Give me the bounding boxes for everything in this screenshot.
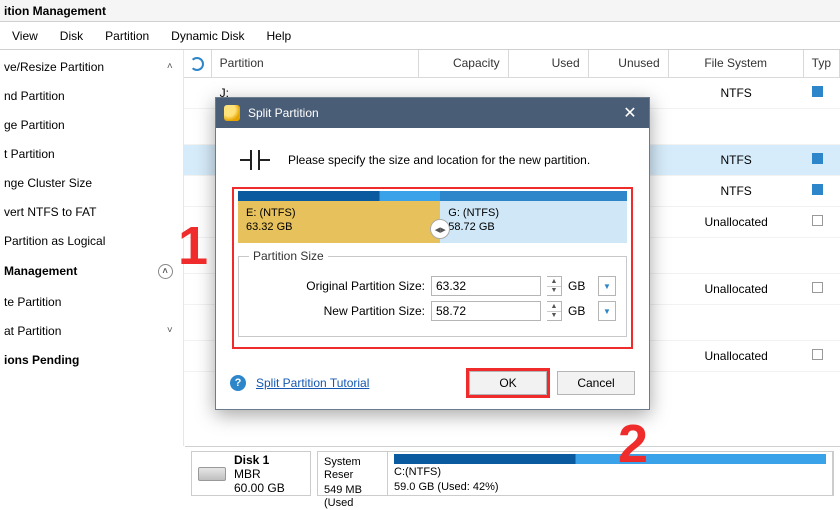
original-size-input[interactable] (431, 276, 541, 296)
window-title-bar: ition Management (0, 0, 840, 22)
sidebar-item-ntfs-fat[interactable]: vert NTFS to FAT (0, 197, 183, 226)
operations-pending-header: ions Pending (0, 353, 183, 367)
unit-dropdown[interactable]: ▼ (598, 301, 616, 321)
col-filesystem[interactable]: File System (669, 50, 804, 77)
original-size-label: Original Partition Size: (249, 279, 425, 293)
refresh-button[interactable] (184, 50, 212, 77)
chevron-up-icon: ˄ (167, 61, 173, 72)
col-used[interactable]: Used (509, 50, 589, 77)
viz-new-partition[interactable]: G: (NTFS) 58.72 GB (440, 191, 627, 243)
chevron-down-icon: ˅ (167, 325, 173, 336)
type-square-icon (812, 184, 823, 195)
unit-dropdown[interactable]: ▼ (598, 276, 616, 296)
wizard-icon (224, 105, 240, 121)
original-size-stepper[interactable]: ▲▼ (547, 276, 562, 296)
viz-original-partition[interactable]: E: (NTFS) 63.32 GB (238, 191, 440, 243)
sidebar-item-merge[interactable]: ge Partition (0, 110, 183, 139)
partition-size-group: Partition Size Original Partition Size: … (238, 249, 627, 337)
close-icon: ✕ (623, 103, 636, 123)
dialog-title: Split Partition (248, 106, 319, 120)
sidebar-section-management[interactable]: Management ˄ (0, 255, 183, 287)
menu-disk[interactable]: Disk (60, 29, 83, 43)
type-square-icon (812, 282, 823, 293)
disk-info[interactable]: Disk 1 MBR 60.00 GB (191, 451, 311, 496)
sidebar-item-move-resize[interactable]: ve/Resize Partition˄ (0, 52, 183, 81)
unit-label: GB (568, 279, 592, 293)
ok-button[interactable]: OK (469, 371, 547, 395)
disk-size: 60.00 GB (234, 481, 285, 495)
partition-size-legend: Partition Size (249, 249, 328, 263)
type-square-icon (812, 349, 823, 360)
new-size-input[interactable] (431, 301, 541, 321)
disk-map-c[interactable]: C:(NTFS) 59.0 GB (Used: 42%) (388, 452, 833, 495)
col-capacity[interactable]: Capacity (419, 50, 509, 77)
type-square-icon (812, 153, 823, 164)
callout-2: 2 (618, 413, 648, 475)
col-type[interactable]: Typ (804, 50, 840, 77)
menu-bar: View Disk Partition Dynamic Disk Help (0, 22, 840, 50)
table-header: Partition Capacity Used Unused File Syst… (184, 50, 840, 78)
menu-dynamic-disk[interactable]: Dynamic Disk (171, 29, 244, 43)
disk-icon (198, 467, 226, 481)
disk-map-bar: Disk 1 MBR 60.00 GB System Reser 549 MB … (185, 446, 840, 500)
menu-help[interactable]: Help (267, 29, 292, 43)
collapse-icon[interactable]: ˄ (158, 264, 173, 279)
menu-view[interactable]: View (12, 29, 38, 43)
sidebar: ve/Resize Partition˄ nd Partition ge Par… (0, 50, 184, 446)
disk-name: Disk 1 (234, 453, 285, 467)
new-size-label: New Partition Size: (249, 304, 425, 318)
sidebar-item-format[interactable]: at Partition˅ (0, 316, 183, 345)
tutorial-link[interactable]: Split Partition Tutorial (256, 376, 369, 390)
highlighted-region: E: (NTFS) 63.32 GB G: (NTFS) 58.72 GB ◂▸… (232, 187, 633, 349)
drag-icon: ◂▸ (435, 223, 446, 236)
sidebar-item-logical[interactable]: Partition as Logical (0, 226, 183, 255)
unit-label: GB (568, 304, 592, 318)
sidebar-item-cluster[interactable]: nge Cluster Size (0, 168, 183, 197)
sidebar-item-extend[interactable]: nd Partition (0, 81, 183, 110)
partition-visualizer[interactable]: E: (NTFS) 63.32 GB G: (NTFS) 58.72 GB ◂▸ (238, 191, 627, 243)
new-size-stepper[interactable]: ▲▼ (547, 301, 562, 321)
sidebar-item-delete[interactable]: te Partition (0, 287, 183, 316)
close-button[interactable]: ✕ (619, 103, 641, 123)
split-icon (240, 148, 270, 172)
col-unused[interactable]: Unused (589, 50, 669, 77)
disk-map-system[interactable]: System Reser 549 MB (Used (318, 452, 388, 495)
split-partition-dialog: Split Partition ✕ Please specify the siz… (215, 97, 650, 410)
help-icon[interactable]: ? (230, 375, 246, 391)
window-title: ition Management (4, 4, 106, 18)
col-partition[interactable]: Partition (212, 50, 419, 77)
refresh-icon (190, 57, 204, 71)
sidebar-item-split[interactable]: t Partition (0, 139, 183, 168)
dialog-instruction: Please specify the size and location for… (288, 153, 590, 167)
type-square-icon (812, 86, 823, 97)
type-square-icon (812, 215, 823, 226)
disk-scheme: MBR (234, 467, 285, 481)
dialog-title-bar[interactable]: Split Partition ✕ (216, 98, 649, 128)
menu-partition[interactable]: Partition (105, 29, 149, 43)
callout-1: 1 (178, 215, 208, 277)
disk-map: System Reser 549 MB (Used C:(NTFS) 59.0 … (317, 451, 834, 496)
cancel-button[interactable]: Cancel (557, 371, 635, 395)
